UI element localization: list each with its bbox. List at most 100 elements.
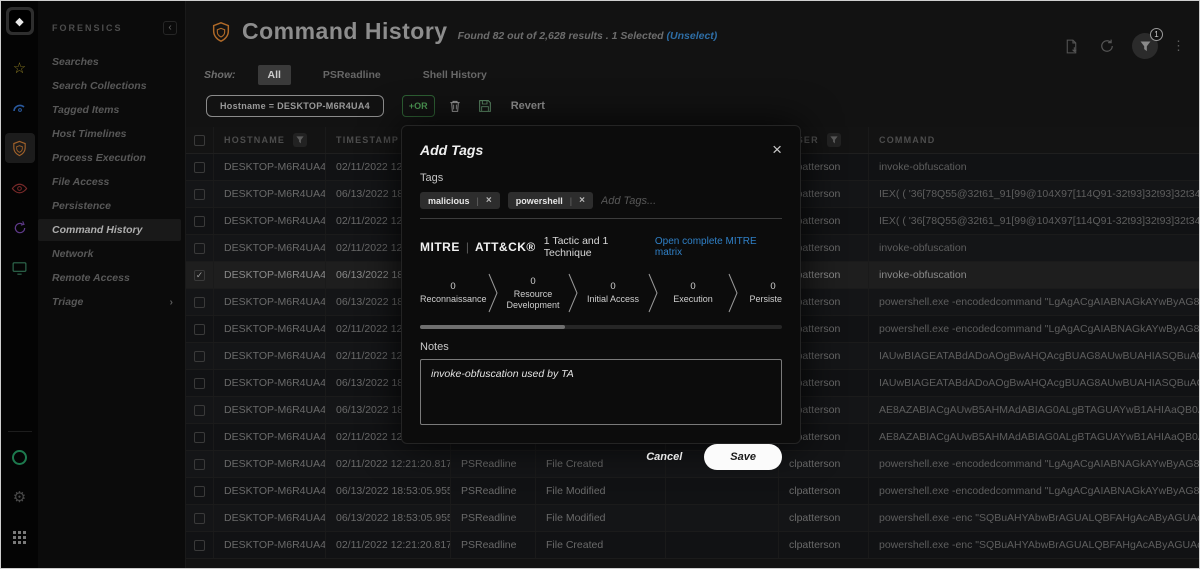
sidebar-item[interactable]: Command History (38, 219, 181, 241)
remove-tag-icon[interactable]: × (486, 195, 492, 206)
notes-textarea[interactable]: invoke-obfuscation used by TA (420, 359, 782, 425)
grid-icon (13, 530, 26, 544)
sidebar-item[interactable]: Search Collections (38, 75, 181, 97)
tactic-divider (568, 273, 578, 313)
sidebar-collapse-button[interactable]: ‹ (163, 21, 177, 35)
modal-actions: Cancel Save (420, 444, 782, 470)
page-title: Command History (242, 18, 448, 44)
mitre-tactic[interactable]: 0 Reconnaissance (420, 281, 487, 305)
show-label: Show: (204, 69, 236, 81)
hostname-filter-chip[interactable]: Hostname = DESKTOP-M6R4UA4 (206, 95, 384, 117)
app-logo[interactable]: ◆ (5, 7, 34, 35)
table-row[interactable]: DESKTOP-M6R4UA4 06/13/2022 18:53:05.955 … (186, 478, 1199, 505)
scrollbar-thumb[interactable] (420, 325, 565, 329)
mitre-tactic[interactable]: 0 Resource Development (500, 276, 566, 311)
row-checkbox[interactable] (194, 539, 205, 551)
tag-chip[interactable]: powershell | × (507, 192, 593, 209)
logo-diamond-icon: ◆ (8, 10, 31, 32)
tag-chip[interactable]: malicious | × (420, 192, 500, 209)
row-checkbox[interactable] (194, 188, 205, 200)
add-or-filter-button[interactable]: +OR (401, 95, 435, 117)
row-checkbox[interactable] (194, 512, 205, 524)
row-checkbox[interactable] (194, 485, 205, 497)
cell-user: clpatterson (779, 478, 869, 504)
user-filter-icon[interactable] (826, 133, 841, 147)
star-nav-icon[interactable]: ☆ (5, 53, 35, 83)
cell-event: File Modified (536, 478, 666, 504)
tactics-scrollbar[interactable] (420, 325, 782, 329)
forensics-shield-nav-icon[interactable] (4, 133, 35, 163)
loop-nav-icon[interactable] (5, 213, 35, 243)
cell-command: powershell.exe -encodedcommand "LgAgACgA… (879, 485, 1199, 497)
table-row[interactable]: DESKTOP-M6R4UA4 06/13/2022 18:53:05.955 … (186, 505, 1199, 532)
table-row[interactable]: DESKTOP-M6R4UA4 02/11/2022 12:21:20.817 … (186, 532, 1199, 559)
export-button[interactable] (1061, 36, 1082, 57)
sidebar-item[interactable]: Host Timelines (38, 123, 181, 145)
trash-icon (450, 100, 460, 112)
attack-logo: ATT&CK® (474, 240, 536, 254)
sidebar-item[interactable]: Network (38, 243, 181, 265)
select-all-checkbox[interactable] (194, 134, 205, 146)
delete-filter-button[interactable] (445, 96, 465, 116)
show-tab[interactable]: Shell History (413, 65, 497, 85)
row-checkbox[interactable] (194, 404, 205, 416)
tactics-strip: 0 Reconnaissance 0 Resource Development … (420, 269, 782, 317)
row-checkbox[interactable]: ✓ (194, 269, 205, 281)
row-checkbox[interactable] (194, 161, 205, 173)
apps-grid-icon[interactable] (5, 522, 35, 552)
row-checkbox[interactable] (194, 296, 205, 308)
cell-command: invoke-obfuscation (879, 161, 967, 173)
tags-label: Tags (420, 172, 444, 184)
cell-hostname: DESKTOP-M6R4UA4 (214, 154, 326, 180)
filter-count-badge: 1 (1150, 28, 1163, 41)
close-icon[interactable]: × (772, 141, 782, 158)
row-checkbox[interactable] (194, 350, 205, 362)
cell-hostname: DESKTOP-M6R4UA4 (214, 343, 326, 369)
status-ring-icon[interactable] (5, 442, 35, 472)
mitre-tactic[interactable]: 0 Execution (660, 281, 726, 305)
sidebar-item[interactable]: Tagged Items (38, 99, 181, 121)
show-tab[interactable]: PSReadline (313, 65, 391, 85)
row-checkbox[interactable] (194, 242, 205, 254)
eye-nav-icon[interactable] (5, 173, 35, 203)
sidebar-item[interactable]: Process Execution (38, 147, 181, 169)
cell-command: powershell.exe -enc "SQBuAHYAbwBrAGUALQB… (879, 539, 1199, 551)
row-checkbox[interactable] (194, 431, 205, 443)
sidebar-item[interactable]: Searches (38, 51, 181, 73)
revert-button[interactable]: Revert (511, 100, 545, 112)
active-filters-button[interactable]: 1 (1132, 28, 1163, 59)
save-filter-button[interactable] (475, 96, 495, 116)
remove-tag-icon[interactable]: × (579, 195, 585, 206)
refresh-button[interactable] (1096, 35, 1118, 57)
settings-gear-icon[interactable]: ⚙ (5, 482, 35, 512)
cell-command: powershell.exe -encodedcommand "LgAgACgA… (879, 296, 1199, 308)
terminal-nav-icon[interactable] (5, 253, 35, 283)
more-options-button[interactable]: ⋮ (1172, 38, 1185, 54)
mitre-summary: 1 Tactic and 1 Technique (543, 235, 609, 259)
row-checkbox[interactable] (194, 377, 205, 389)
row-checkbox[interactable] (194, 323, 205, 335)
sidebar-item[interactable]: File Access (38, 171, 181, 193)
cell-hostname: DESKTOP-M6R4UA4 (214, 262, 326, 288)
save-button[interactable]: Save (704, 444, 782, 470)
show-tab[interactable]: All (257, 65, 291, 85)
cell-command: powershell.exe -encodedcommand "LgAgACgA… (879, 458, 1199, 470)
row-checkbox[interactable] (194, 215, 205, 227)
col-command[interactable]: COMMAND (869, 127, 1199, 153)
mitre-tactic[interactable]: 0 Persistence (740, 281, 782, 305)
open-mitre-matrix-link[interactable]: Open complete MITRE matrix (655, 236, 782, 258)
add-tags-input[interactable] (600, 194, 782, 207)
mitre-tactic[interactable]: 0 Initial Access (580, 281, 646, 305)
sidebar-item[interactable]: Triage › (38, 291, 181, 313)
cancel-button[interactable]: Cancel (646, 451, 682, 463)
unselect-link[interactable]: (Unselect) (667, 30, 718, 42)
sidebar-item[interactable]: Persistence (38, 195, 181, 217)
cell-tags (666, 505, 779, 531)
icon-rail: ◆ ☆ ⚙ (1, 1, 38, 568)
hostname-filter-icon[interactable] (293, 133, 308, 147)
gauge-nav-icon[interactable] (5, 93, 35, 123)
sidebar-item[interactable]: Remote Access (38, 267, 181, 289)
cell-hostname: DESKTOP-M6R4UA4 (214, 316, 326, 342)
row-checkbox[interactable] (194, 458, 205, 470)
col-hostname[interactable]: HOSTNAME (214, 127, 326, 153)
